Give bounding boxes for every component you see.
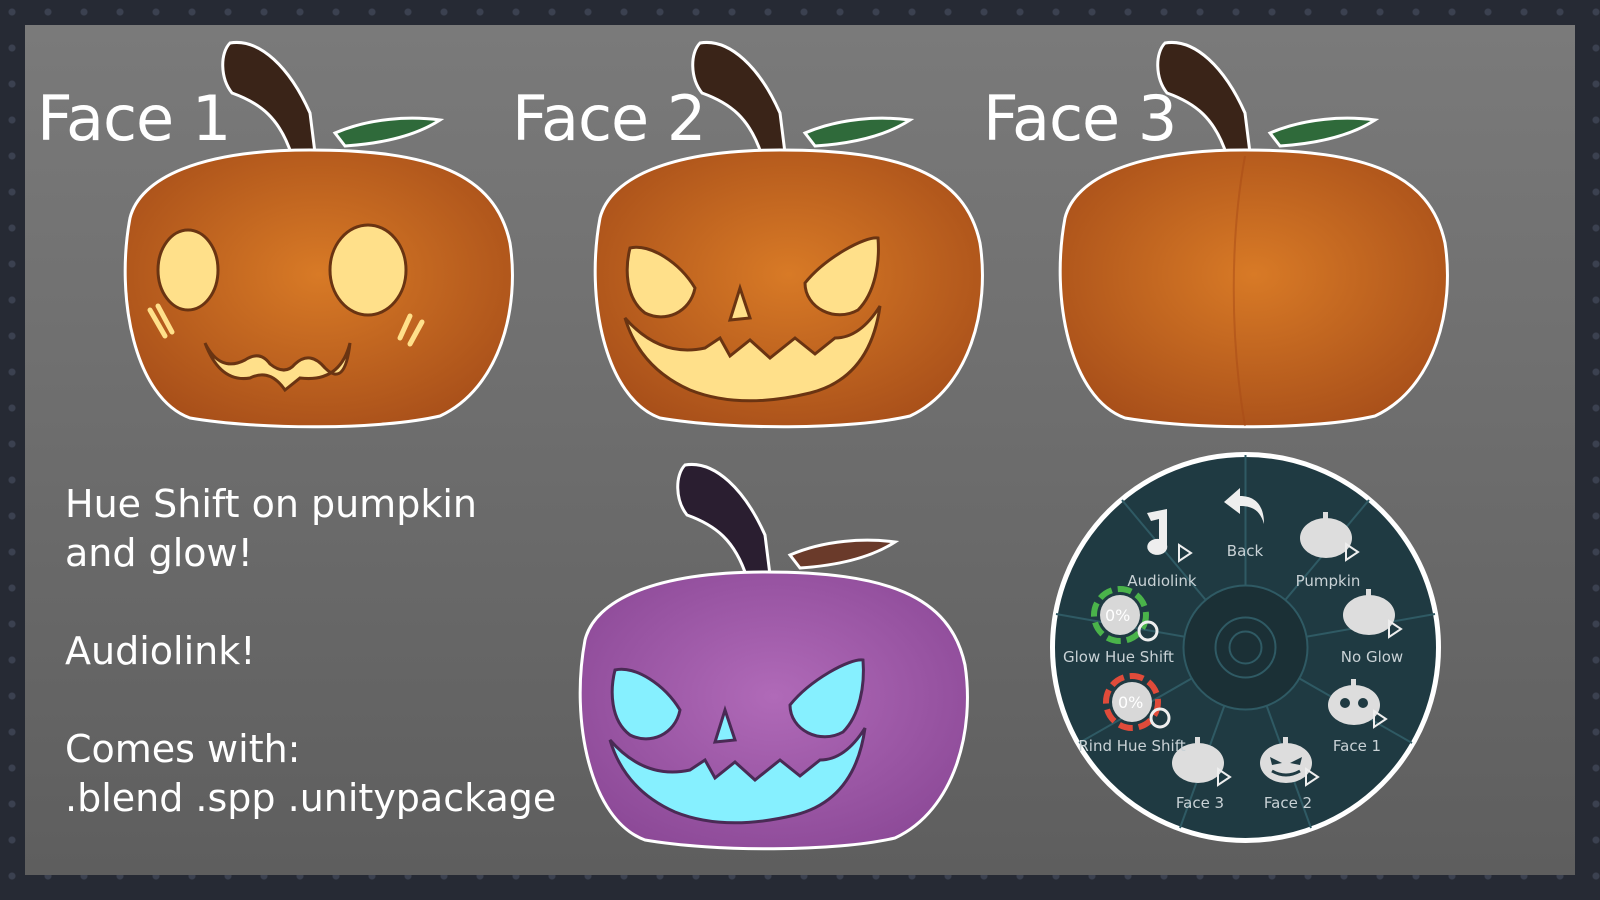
- pumpkin-icon-no-glow[interactable]: [1341, 585, 1403, 640]
- feature-audiolink: Audiolink!: [65, 629, 256, 673]
- pumpkin-face-1: [123, 40, 514, 429]
- pumpkin-face-3: [1058, 40, 1449, 429]
- menu-item-back[interactable]: Back: [1190, 542, 1300, 560]
- feature-hue-shift: Hue Shift on pumpkin: [65, 482, 477, 526]
- pumpkin-purple-glow: [578, 462, 969, 851]
- menu-item-audiolink[interactable]: Audiolink: [1107, 572, 1217, 590]
- feature-comes-with: Comes with:: [65, 727, 301, 771]
- glow-hue-value: 0%: [1105, 606, 1131, 625]
- back-arrow-icon[interactable]: [1220, 480, 1270, 530]
- rind-hue-value: 0%: [1118, 693, 1144, 712]
- feature-files: .blend .spp .unitypackage: [65, 776, 557, 820]
- menu-item-face-3[interactable]: Face 3: [1145, 794, 1255, 812]
- feature-list: Hue Shift on pumpkin and glow! Audiolink!…: [65, 480, 556, 823]
- pumpkin-face-icon-2[interactable]: [1258, 733, 1320, 788]
- menu-item-no-glow[interactable]: No Glow: [1317, 648, 1427, 666]
- menu-item-rind-hue-shift[interactable]: Rind Hue Shift: [1077, 737, 1187, 755]
- music-note-icon[interactable]: [1133, 505, 1199, 567]
- pumpkin-face-2: [593, 40, 984, 429]
- feature-hue-shift-2: and glow!: [65, 531, 253, 575]
- pumpkin-face-icon-1[interactable]: [1326, 675, 1388, 730]
- pumpkin-icon[interactable]: [1298, 508, 1360, 563]
- radial-menu: Back Pumpkin No Glow Face 1 Face 2 Face …: [1048, 450, 1443, 845]
- menu-item-glow-hue-shift[interactable]: Glow Hue Shift: [1063, 648, 1174, 666]
